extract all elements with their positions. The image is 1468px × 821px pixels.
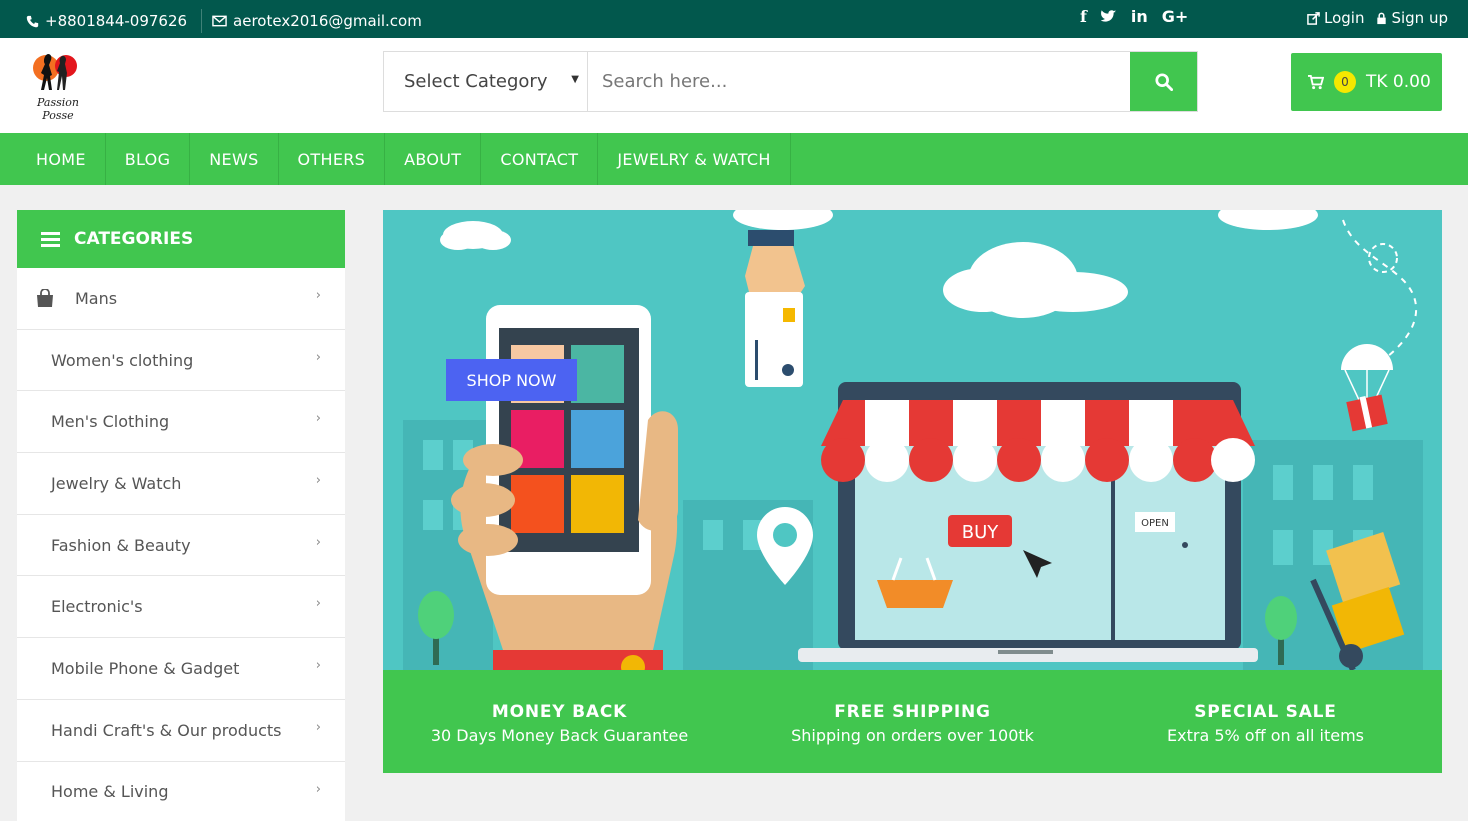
search-button[interactable] — [1130, 52, 1197, 111]
top-bar: +8801844-097626 aerotex2016@gmail.com f … — [0, 0, 1468, 38]
category-label: Men's Clothing — [51, 412, 170, 432]
feature-title: FREE SHIPPING — [834, 702, 991, 722]
chevron-right-icon: › — [315, 658, 321, 674]
login-icon — [1307, 11, 1320, 25]
feature-title: MONEY BACK — [491, 702, 628, 722]
nav-news[interactable]: NEWS — [190, 133, 279, 185]
cart-total: TK 0.00 — [1366, 72, 1431, 92]
twitter-icon[interactable] — [1100, 10, 1117, 24]
list-icon — [41, 231, 60, 247]
google-plus-icon[interactable]: G+ — [1162, 7, 1189, 26]
caret-down-icon: ▼ — [571, 74, 579, 85]
category-select-value: Select Category — [404, 71, 548, 92]
online-shop-illustration: BUY OPEN — [403, 210, 1423, 670]
lock-icon — [1377, 12, 1387, 24]
category-label: Electronic's — [51, 597, 143, 617]
category-item-mobile-phone-gadget[interactable]: Mobile Phone & Gadget › — [17, 638, 345, 700]
social-links: f in G+ — [1080, 7, 1188, 26]
category-item-womens-clothing[interactable]: Women's clothing › — [17, 330, 345, 392]
phone-icon — [26, 15, 39, 27]
contact-info: +8801844-097626 aerotex2016@gmail.com — [26, 9, 422, 33]
envelope-icon — [212, 15, 227, 27]
logo-text: Passion Posse — [37, 96, 79, 122]
nav-jewelry-watch[interactable]: JEWELRY & WATCH — [598, 133, 791, 185]
nav-blog[interactable]: BLOG — [106, 133, 191, 185]
site-logo[interactable]: Passion Posse — [24, 48, 92, 122]
category-item-home-living[interactable]: Home & Living › — [17, 762, 345, 821]
feature-subtitle: 30 Days Money Back Guarantee — [430, 726, 689, 745]
feature-subtitle: Shipping on orders over 100tk — [791, 726, 1034, 745]
auth-links: Login Sign up — [1307, 9, 1448, 27]
categories-title: CATEGORIES — [74, 229, 194, 249]
feature-free-shipping: FREE SHIPPING Shipping on orders over 10… — [736, 670, 1089, 773]
chevron-right-icon: › — [315, 719, 321, 735]
cart-button[interactable]: 0 TK 0.00 — [1291, 53, 1442, 111]
categories-header: CATEGORIES — [17, 210, 345, 268]
email-contact: aerotex2016@gmail.com — [212, 12, 422, 30]
open-sign: OPEN — [1141, 518, 1169, 529]
feature-title: SPECIAL SALE — [1194, 702, 1337, 722]
main-nav: HOME BLOG NEWS OTHERS ABOUT CONTACT JEWE… — [0, 133, 1468, 185]
facebook-icon[interactable]: f — [1080, 7, 1087, 26]
nav-contact[interactable]: CONTACT — [481, 133, 599, 185]
category-label: Handi Craft's & Our products — [51, 720, 282, 740]
email-address: aerotex2016@gmail.com — [233, 12, 422, 30]
feature-special-sale: SPECIAL SALE Extra 5% off on all items — [1089, 670, 1442, 773]
chevron-right-icon: › — [315, 534, 321, 550]
phone-contact: +8801844-097626 — [26, 12, 187, 30]
login-link[interactable]: Login — [1307, 9, 1364, 27]
category-label: Fashion & Beauty — [51, 535, 191, 555]
login-label: Login — [1324, 9, 1365, 27]
category-item-mans[interactable]: Mans › — [17, 268, 345, 330]
hero-banner[interactable]: BUY OPEN — [383, 210, 1442, 670]
category-item-electronics[interactable]: Electronic's › — [17, 576, 345, 639]
search-icon — [1154, 72, 1173, 91]
signup-link[interactable]: Sign up — [1376, 9, 1448, 27]
site-header: Passion Posse Select Category ▼ 0 TK 0.0… — [0, 38, 1468, 133]
chevron-right-icon: › — [315, 288, 321, 303]
feature-subtitle: Extra 5% off on all items — [1167, 726, 1364, 745]
chevron-right-icon: › — [315, 411, 321, 427]
signup-label: Sign up — [1391, 9, 1448, 27]
category-item-jewelry-watch[interactable]: Jewelry & Watch › — [17, 453, 345, 515]
category-label: Home & Living — [51, 782, 169, 802]
category-select[interactable]: Select Category ▼ — [384, 52, 588, 111]
chevron-right-icon: › — [315, 473, 321, 489]
categories-sidebar: CATEGORIES Mans › Women's clothing › Men… — [17, 210, 345, 821]
shopping-bag-icon — [37, 289, 53, 308]
logo-figures-icon — [33, 54, 77, 90]
category-label: Mobile Phone & Gadget — [51, 658, 240, 678]
cart-icon — [1308, 74, 1324, 89]
category-label: Women's clothing — [51, 350, 194, 370]
linkedin-icon[interactable]: in — [1131, 7, 1148, 26]
phone-number: +8801844-097626 — [45, 12, 188, 30]
search-input[interactable] — [588, 52, 1130, 111]
nav-about[interactable]: ABOUT — [385, 133, 482, 185]
features-strip: MONEY BACK 30 Days Money Back Guarantee … — [383, 670, 1442, 773]
shop-now-button[interactable]: SHOP NOW — [446, 359, 577, 401]
nav-others[interactable]: OTHERS — [279, 133, 386, 185]
chevron-right-icon: › — [315, 596, 321, 612]
category-item-handi-crafts[interactable]: Handi Craft's & Our products › — [17, 700, 345, 762]
category-item-mens-clothing[interactable]: Men's Clothing › — [17, 391, 345, 454]
nav-home[interactable]: HOME — [0, 133, 106, 185]
category-item-fashion-beauty[interactable]: Fashion & Beauty › — [17, 515, 345, 577]
buy-tag: BUY — [962, 522, 1000, 543]
cart-count-badge: 0 — [1334, 71, 1356, 93]
feature-money-back: MONEY BACK 30 Days Money Back Guarantee — [383, 670, 736, 773]
search-bar: Select Category ▼ — [383, 51, 1198, 112]
category-label: Jewelry & Watch — [51, 473, 182, 493]
chevron-right-icon: › — [315, 781, 321, 797]
category-label: Mans — [75, 288, 118, 308]
chevron-right-icon: › — [315, 349, 321, 365]
